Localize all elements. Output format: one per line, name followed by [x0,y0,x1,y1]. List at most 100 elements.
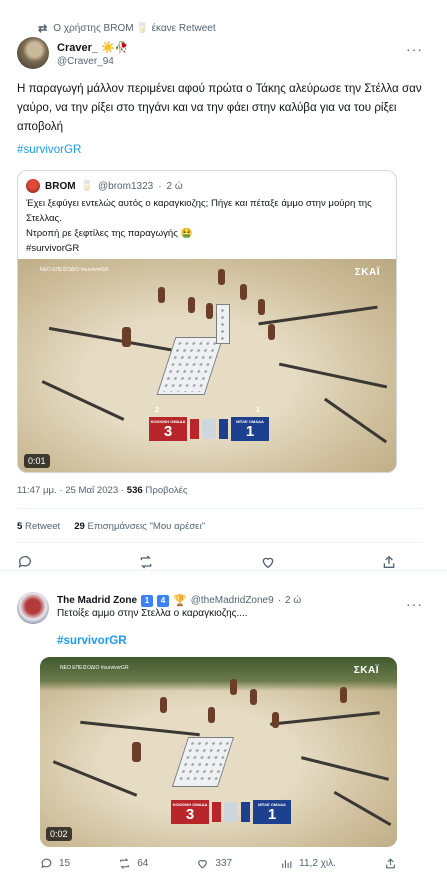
tweet-meta: 11:47 μμ. · 25 Μαΐ 2023 · 536 Προβολές [17,485,188,496]
team-left-score: ΚΟΚΚΙΝΗ ΟΜΑΔΑ 3 [149,417,187,441]
divider [17,508,422,509]
program-tag: ΝΕΟ ΕΠΕΙΣΟΔΙΟ #survivorGR [60,665,129,671]
author-name[interactable]: Craver_ [57,42,98,54]
obstacle-table [216,304,230,344]
quoted-avatar [26,179,40,193]
retweet-action[interactable]: 64 [118,857,148,870]
retweet-icon[interactable] [138,554,154,570]
quoted-tweet-header: BROM 🥛 @brom1323 · 2 ώ [26,179,183,193]
contestant [340,687,347,703]
views-icon[interactable] [280,857,293,870]
quoted-hashtag: #survivorGR [26,243,80,254]
share-action[interactable] [384,857,397,870]
video-player[interactable]: ΝΕΟ ΕΠΕΙΣΟΔΙΟ #survivorGR ΣΚΑΪ ΚΟΚΚΙΝΗ Ο… [18,259,396,472]
retweet-icon[interactable] [118,857,131,870]
contestant [258,299,265,315]
tweet-author: The Madrid Zone 1 4 🏆 @theMadridZone9 · … [57,594,301,607]
more-options-icon[interactable]: ··· [406,41,423,57]
contestant [206,303,213,319]
contestant [240,284,247,300]
views-count: 11,2 χιλ. [299,858,336,869]
quoted-author-handle: @brom1323 [98,180,154,192]
survivor-emblem [202,419,216,439]
survivor-emblem [224,802,238,822]
separator-dot: · [158,180,162,192]
trophy-icon: 🏆 [173,595,187,607]
team-right-score: ΜΠΛΕ ΟΜΑΔΑ 1 [253,800,291,824]
engagement-stats: 5 Retweet 29 Επισημάνσεις "Μου αρέσει" [17,521,205,532]
like-icon[interactable] [196,857,209,870]
views-label: Προβολές [142,485,188,496]
contestant [158,287,165,303]
more-options-icon[interactable]: ··· [406,596,423,612]
contestant [218,269,225,285]
like-action[interactable]: 337 [196,857,232,870]
contestant [160,697,167,713]
author-name[interactable]: The Madrid Zone [57,595,137,606]
contestant [188,297,195,313]
retweet-header: ⇄ Ο χρήστης BROM 🥛 έκανε Retweet [38,22,216,35]
avatar[interactable] [17,37,49,69]
share-icon[interactable] [381,554,397,570]
retweet-count: 64 [137,858,149,869]
team-rank: 1 [256,407,260,414]
program-tag: ΝΕΟ ΕΠΕΙΣΟΔΙΟ #survivorGR [40,267,109,273]
author-handle[interactable]: @Craver_94 [57,56,128,67]
quoted-tweet-text: Έχει ξεφύγει εντελώς αυτός ο καραγκιοζης… [26,196,391,256]
likes-stat[interactable]: 29 Επισημάνσεις "Μου αρέσει" [74,521,205,532]
views-action[interactable]: 11,2 χιλ. [280,857,336,870]
team-left-score: ΚΟΚΚΙΝΗ ΟΜΑΔΑ 3 [171,800,209,824]
team-rank: 2 [155,407,159,414]
video-duration: 0:01 [24,454,50,468]
score: 3 [185,806,195,823]
contestant [208,707,215,723]
scoreboard: ΚΟΚΚΙΝΗ ΟΜΑΔΑ 3 ΜΠΛΕ ΟΜΑΔΑ 1 [149,417,269,441]
team-badge [212,802,221,822]
quoted-text-line: Ντροπή ρε ξεφτίλες της παραγωγής 🤮 [26,228,193,239]
retweet-icon: ⇄ [38,23,48,35]
number-badge: 4 [157,594,169,607]
contestant [268,324,275,340]
reply-count: 15 [59,858,71,869]
author-handle[interactable]: @theMadridZone9 [191,595,274,606]
score: 1 [245,423,255,440]
contestant [250,689,257,705]
tweet-author: Craver_ ☀️🥀 @Craver_94 [57,41,128,67]
channel-logo: ΣΚΑΪ [353,665,379,676]
quoted-timestamp: 2 ώ [166,180,183,192]
retweet-header-text[interactable]: Ο χρήστης BROM 🥛 έκανε Retweet [53,23,215,34]
quoted-author-emoji: 🥛 [80,180,94,192]
hashtag-link[interactable]: #survivorGR [57,634,127,647]
team-badge [241,802,250,822]
reply-icon[interactable] [40,857,53,870]
avatar[interactable] [17,592,49,624]
quoted-text-line: Έχει ξεφύγει εντελώς αυτός ο καραγκιοζης… [26,198,372,224]
reply-icon[interactable] [17,554,33,570]
like-count: 337 [215,858,233,869]
retweets-stat[interactable]: 5 Retweet [17,521,60,532]
score: 1 [267,806,277,823]
number-badge: 1 [141,594,153,607]
contestant [230,679,237,695]
channel-logo: ΣΚΑΪ [354,267,380,278]
share-icon[interactable] [384,857,397,870]
contestant [132,742,141,762]
divider [0,570,447,571]
team-badge [190,419,199,439]
team-right-score: ΜΠΛΕ ΟΜΑΔΑ 1 [231,417,269,441]
separator-dot: · [277,595,282,606]
contestant [122,327,131,347]
reply-action[interactable]: 15 [40,857,70,870]
tweet-timestamp[interactable]: 2 ώ [285,595,301,606]
tweet-timestamp[interactable]: 11:47 μμ. · 25 Μαΐ 2023 · [17,485,127,496]
author-emoji: ☀️🥀 [101,42,129,54]
team-badge [219,419,228,439]
quoted-tweet[interactable]: BROM 🥛 @brom1323 · 2 ώ Έχει ξεφύγει εντε… [17,170,397,473]
video-player[interactable]: ΝΕΟ ΕΠΕΙΣΟΔΙΟ #survivorGR ΣΚΑΪ ΚΟΚΚΙΝΗ Ο… [40,657,397,847]
like-icon[interactable] [260,554,276,570]
contestant [272,712,279,728]
tweet-text: Η παραγωγή μάλλον περιμένει αφού πρώτα ο… [17,82,422,133]
divider [17,542,422,543]
video-duration: 0:02 [46,827,72,841]
hashtag-link[interactable]: #survivorGR [17,143,81,156]
